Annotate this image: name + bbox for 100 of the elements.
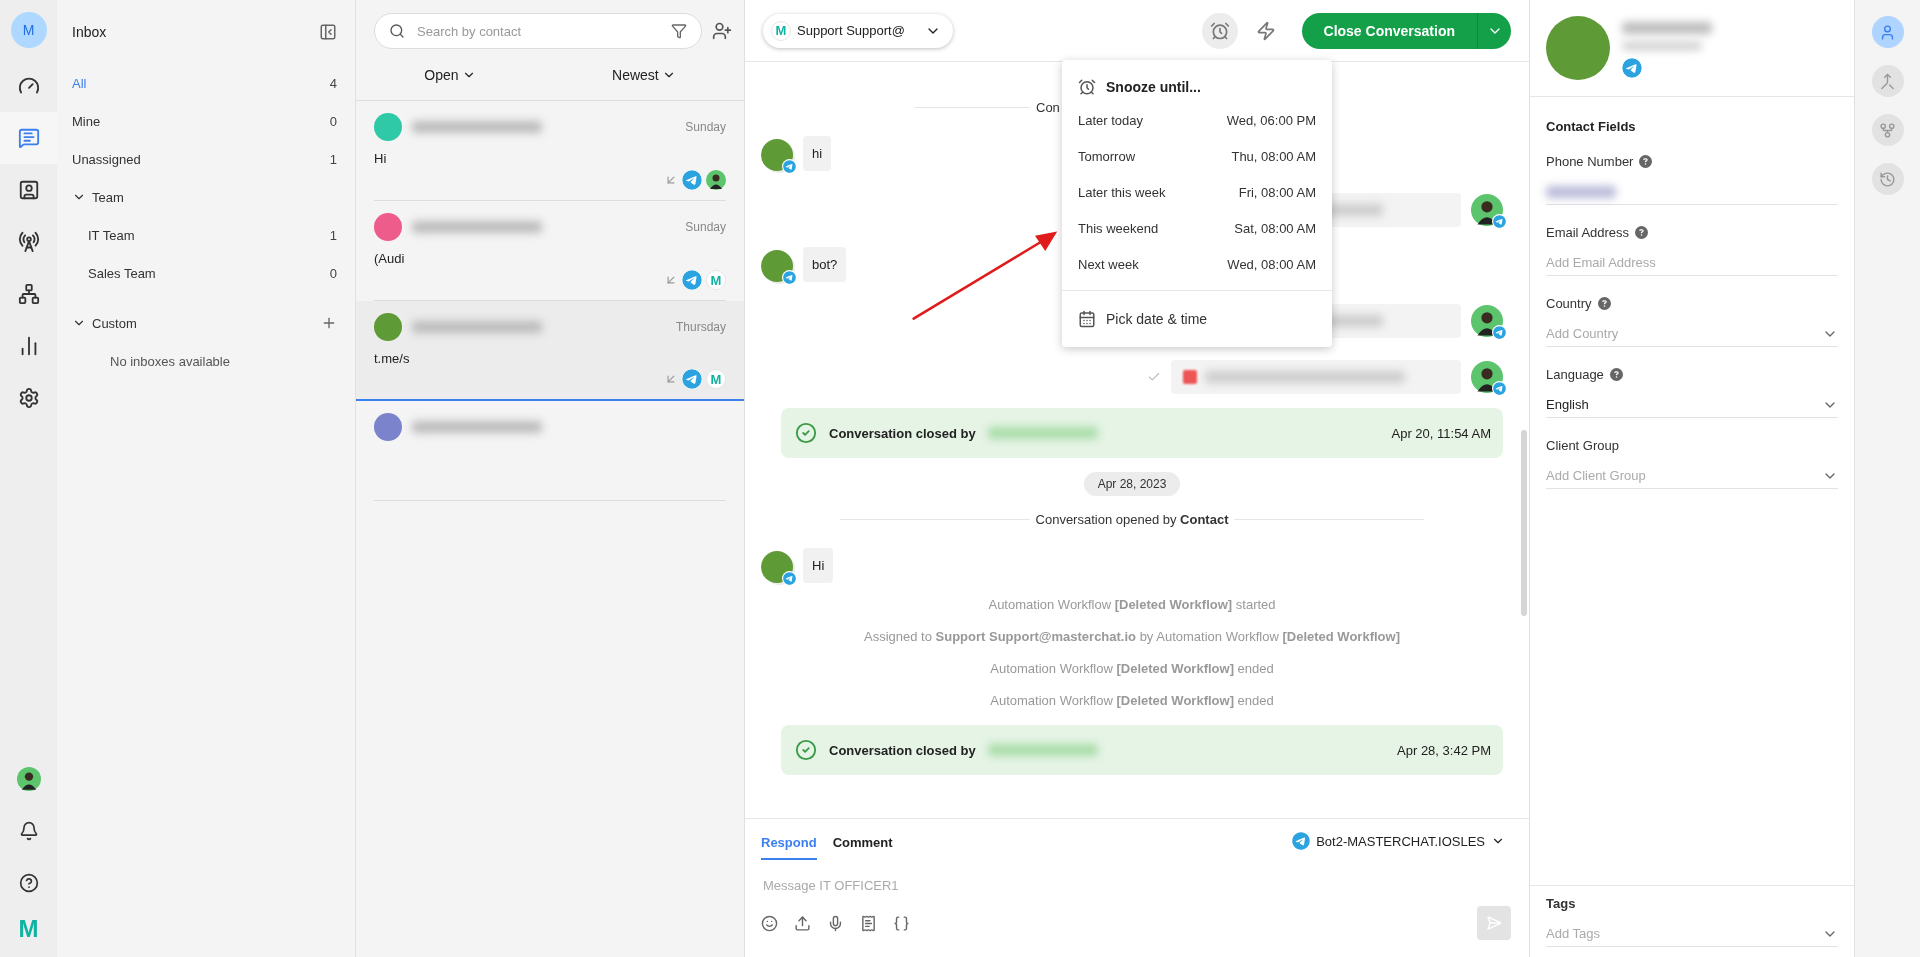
telegram-icon bbox=[1492, 381, 1507, 396]
alarm-clock-icon bbox=[1209, 20, 1230, 41]
more-options-button[interactable] bbox=[1477, 12, 1511, 49]
agent-logo: M bbox=[706, 369, 726, 389]
contact-avatar bbox=[761, 551, 793, 583]
input-field[interactable]: Add Email Address bbox=[1546, 255, 1838, 270]
bell-icon bbox=[18, 821, 39, 841]
activity-message: Automation Workflow [Deleted Workflow] ended bbox=[989, 693, 1275, 710]
sort-dropdown[interactable]: Newest bbox=[606, 65, 682, 84]
composer-tab[interactable]: Respond bbox=[761, 822, 817, 860]
nodes-icon bbox=[1879, 121, 1896, 139]
agent-logo: M bbox=[771, 20, 791, 41]
field-label: Tags bbox=[1546, 896, 1576, 911]
activity-message: Assigned to Support Support@masterchat.io by Automation Workflow [Deleted Workflow] bbox=[863, 629, 1401, 646]
telegram-icon bbox=[782, 159, 797, 174]
help-icon[interactable] bbox=[1609, 368, 1623, 381]
telegram-icon bbox=[682, 170, 702, 190]
document-icon[interactable] bbox=[860, 914, 877, 932]
menu-item[interactable]: Later this week Fri, 08:00 AM bbox=[1062, 174, 1332, 210]
conversation-item[interactable]: Thursday t.me/s M bbox=[356, 301, 744, 401]
inbox-item[interactable]: All bbox=[72, 75, 87, 91]
conversation-time: Sunday bbox=[685, 120, 726, 134]
item-count: 0 bbox=[329, 113, 337, 129]
conversation-item[interactable]: Sunday Hi bbox=[356, 101, 744, 201]
help-icon[interactable] bbox=[1635, 226, 1649, 239]
message-preview: t.me/s bbox=[374, 351, 411, 366]
contact-icon bbox=[17, 179, 40, 201]
section-title: Contact Fields bbox=[1546, 119, 1637, 134]
add-icon[interactable] bbox=[321, 315, 337, 331]
add-contact-icon[interactable] bbox=[712, 21, 732, 41]
menu-item[interactable]: Later today Wed, 06:00 PM bbox=[1062, 102, 1332, 138]
check-circle-icon bbox=[795, 422, 817, 444]
search-field[interactable]: Search by contact bbox=[415, 22, 661, 40]
menu-item[interactable]: Next week Wed, 08:00 AM bbox=[1062, 246, 1332, 282]
check-icon bbox=[1147, 370, 1161, 384]
telegram-icon bbox=[1622, 58, 1642, 78]
snooze-button[interactable] bbox=[1201, 12, 1238, 49]
send-icon bbox=[1486, 915, 1502, 931]
item-count: 4 bbox=[329, 75, 337, 91]
menu-item[interactable]: Tomorrow Thu, 08:00 AM bbox=[1062, 138, 1332, 174]
upload-icon[interactable] bbox=[794, 914, 811, 932]
emoji-icon[interactable] bbox=[761, 914, 778, 932]
side-button[interactable] bbox=[1871, 114, 1904, 146]
search-icon bbox=[389, 23, 405, 39]
inbox-item[interactable]: Sales Team bbox=[88, 265, 156, 281]
side-button[interactable] bbox=[1871, 163, 1904, 195]
calendar-icon bbox=[1078, 310, 1096, 328]
telegram-icon bbox=[1492, 214, 1507, 229]
item-count: 1 bbox=[329, 151, 337, 167]
check-circle-icon bbox=[795, 739, 817, 761]
logo: M bbox=[18, 915, 39, 943]
select-field[interactable]: English bbox=[1546, 392, 1838, 418]
help-icon[interactable] bbox=[1639, 155, 1653, 168]
chat-icon bbox=[17, 127, 40, 149]
closed-text: Conversation closed by bbox=[829, 742, 976, 758]
person-avatar bbox=[706, 170, 726, 190]
channel-dropdown[interactable]: Bot2-MASTERCHAT.IOSLES bbox=[1286, 831, 1511, 851]
message-bubble: Hi bbox=[803, 548, 834, 583]
lightning-icon bbox=[1255, 20, 1276, 41]
menu-item[interactable]: This weekend Sat, 08:00 AM bbox=[1062, 210, 1332, 246]
inbox-item[interactable]: Unassigned bbox=[72, 151, 141, 167]
activity-message: Automation Workflow [Deleted Workflow] started bbox=[987, 597, 1277, 614]
antenna-icon bbox=[17, 231, 40, 253]
braces-icon[interactable] bbox=[893, 914, 910, 932]
conversation-time: Thursday bbox=[675, 320, 726, 334]
inbox-item[interactable]: IT Team bbox=[88, 227, 135, 243]
menu-item[interactable]: Pick date & time bbox=[1106, 311, 1208, 327]
telegram-icon bbox=[1492, 325, 1507, 340]
assignee-dropdown[interactable]: M Support Support@ bbox=[763, 13, 953, 48]
agent-logo: M bbox=[706, 270, 726, 290]
person-icon bbox=[1879, 23, 1896, 41]
search-bar[interactable]: Search by contact bbox=[374, 13, 702, 49]
merge-icon bbox=[1879, 72, 1896, 90]
help-icon[interactable] bbox=[1597, 297, 1611, 310]
inbox-item[interactable]: Mine bbox=[72, 113, 101, 129]
telegram-icon bbox=[682, 369, 702, 389]
side-button[interactable] bbox=[1871, 16, 1904, 48]
message-bubble: bot? bbox=[803, 247, 847, 282]
activity-message: Automation Workflow [Deleted Workflow] ended bbox=[989, 661, 1275, 678]
scrollbar[interactable] bbox=[1521, 430, 1527, 616]
panel-title: Inbox bbox=[72, 24, 107, 40]
contact-avatar bbox=[761, 139, 793, 171]
collapse-icon[interactable] bbox=[319, 23, 337, 41]
group-label[interactable]: Custom bbox=[92, 315, 315, 331]
status-dropdown[interactable]: Open bbox=[418, 65, 482, 84]
filter-icon[interactable] bbox=[671, 23, 687, 39]
person-avatar bbox=[16, 767, 41, 791]
telegram-icon bbox=[1292, 832, 1311, 850]
composer-tab[interactable]: Comment bbox=[832, 822, 893, 860]
closed-text: Conversation closed by bbox=[829, 425, 976, 441]
closed-time: Apr 28, 3:42 PM bbox=[1397, 742, 1491, 758]
telegram-icon bbox=[782, 270, 797, 285]
microphone-icon[interactable] bbox=[827, 914, 844, 932]
item-count: 1 bbox=[329, 227, 337, 243]
conversation-time: Sunday bbox=[685, 220, 726, 234]
system-message: Conversation opened by Contact bbox=[1035, 511, 1229, 527]
telegram-icon bbox=[782, 571, 797, 586]
group-label[interactable]: Team bbox=[92, 189, 337, 205]
alarm-clock-icon bbox=[1078, 78, 1096, 96]
field-label: Email Address bbox=[1546, 225, 1630, 240]
